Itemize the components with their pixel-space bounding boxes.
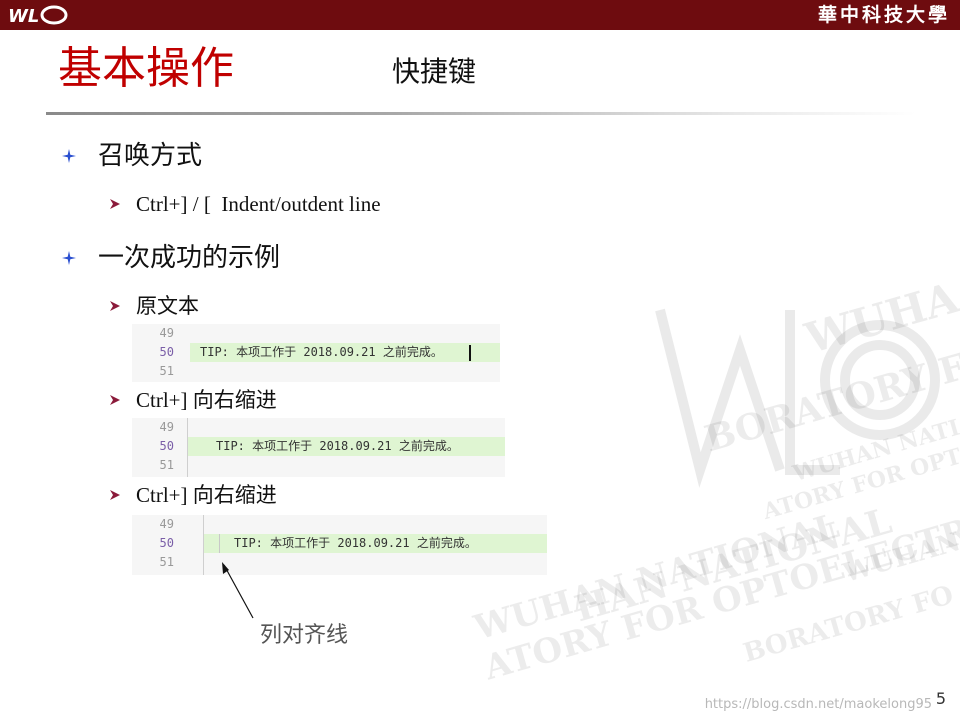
section-heading: 召唤方式 — [62, 140, 202, 172]
list-item-text: 向右缩进 — [192, 388, 277, 412]
line-number: 51 — [159, 364, 174, 378]
arrowhead-bullet-icon — [110, 395, 120, 405]
annotation-label: 列对齐线 — [260, 623, 349, 648]
list-item: Ctrl+] 向右缩进 — [110, 386, 277, 414]
line-number: 51 — [159, 555, 174, 569]
code-line-current: 50 TIP: 本项工作于 2018.09.21 之前完成。 — [132, 343, 500, 362]
wlo-logo-icon: WL — [8, 5, 68, 26]
list-item-text: 向右缩进 — [192, 483, 277, 507]
four-point-star-icon — [62, 149, 76, 163]
list-item: Ctrl+] 向右缩进 — [110, 481, 277, 509]
code-line: 51 — [132, 362, 500, 381]
code-line: 51 — [132, 553, 547, 572]
code-snippet-original: 49 50 TIP: 本项工作于 2018.09.21 之前完成。 51 — [132, 324, 500, 382]
indent-guide — [219, 534, 220, 553]
line-number: 49 — [159, 420, 174, 434]
list-item-text: Ctrl+] — [136, 483, 193, 507]
section-heading-text: 一次成功的示例 — [98, 243, 281, 273]
code-snippet-indent-2: 49 50 TIP: 本项工作于 2018.09.21 之前完成。 51 — [132, 515, 547, 575]
arrowhead-bullet-icon — [110, 490, 120, 500]
line-number: 51 — [159, 458, 174, 472]
line-number: 50 — [159, 345, 174, 359]
line-number: 50 — [159, 536, 174, 550]
code-snippet-indent-1: 49 50 TIP: 本项工作于 2018.09.21 之前完成。 51 — [132, 418, 505, 477]
list-item: Ctrl+] / [ Indent/outdent line — [110, 190, 381, 218]
arrowhead-bullet-icon — [110, 199, 120, 209]
four-point-star-icon — [62, 251, 76, 265]
code-text: TIP: 本项工作于 2018.09.21 之前完成。 — [216, 439, 459, 453]
arrowhead-bullet-icon — [110, 301, 120, 311]
svg-text:WL: WL — [8, 6, 39, 26]
list-item: 原文本 — [110, 292, 199, 320]
code-line: 49 — [132, 515, 547, 534]
code-line: 49 — [132, 418, 505, 437]
code-text: TIP: 本项工作于 2018.09.21 之前完成。 — [234, 536, 477, 550]
title-divider — [46, 112, 916, 115]
annotation-arrow-icon — [222, 562, 254, 619]
code-line-current: 50 TIP: 本项工作于 2018.09.21 之前完成。 — [132, 534, 547, 553]
text-cursor — [469, 345, 471, 361]
line-number: 49 — [159, 326, 174, 340]
slide-title: 基本操作 — [58, 43, 234, 94]
page-number: 5 — [935, 689, 946, 708]
code-line-current: 50 TIP: 本项工作于 2018.09.21 之前完成。 — [132, 437, 505, 456]
code-line: 49 — [132, 324, 500, 343]
section-heading-text: 召唤方式 — [98, 141, 203, 171]
list-item-text: Ctrl+] / [ Indent/outdent line — [136, 192, 381, 216]
line-number: 49 — [159, 517, 174, 531]
slide-subtitle: 快捷键 — [392, 55, 477, 88]
list-item-text: Ctrl+] — [136, 388, 193, 412]
code-text: TIP: 本项工作于 2018.09.21 之前完成。 — [200, 345, 443, 359]
section-heading: 一次成功的示例 — [62, 242, 280, 274]
header-bar: WL 華中科技大學 — [0, 0, 960, 30]
line-number: 50 — [159, 439, 174, 453]
list-item-text: 原文本 — [136, 294, 199, 318]
code-line: 51 — [132, 456, 505, 475]
footer-url: https://blog.csdn.net/maokelong95 — [704, 697, 932, 712]
university-name: 華中科技大學 — [817, 4, 950, 26]
